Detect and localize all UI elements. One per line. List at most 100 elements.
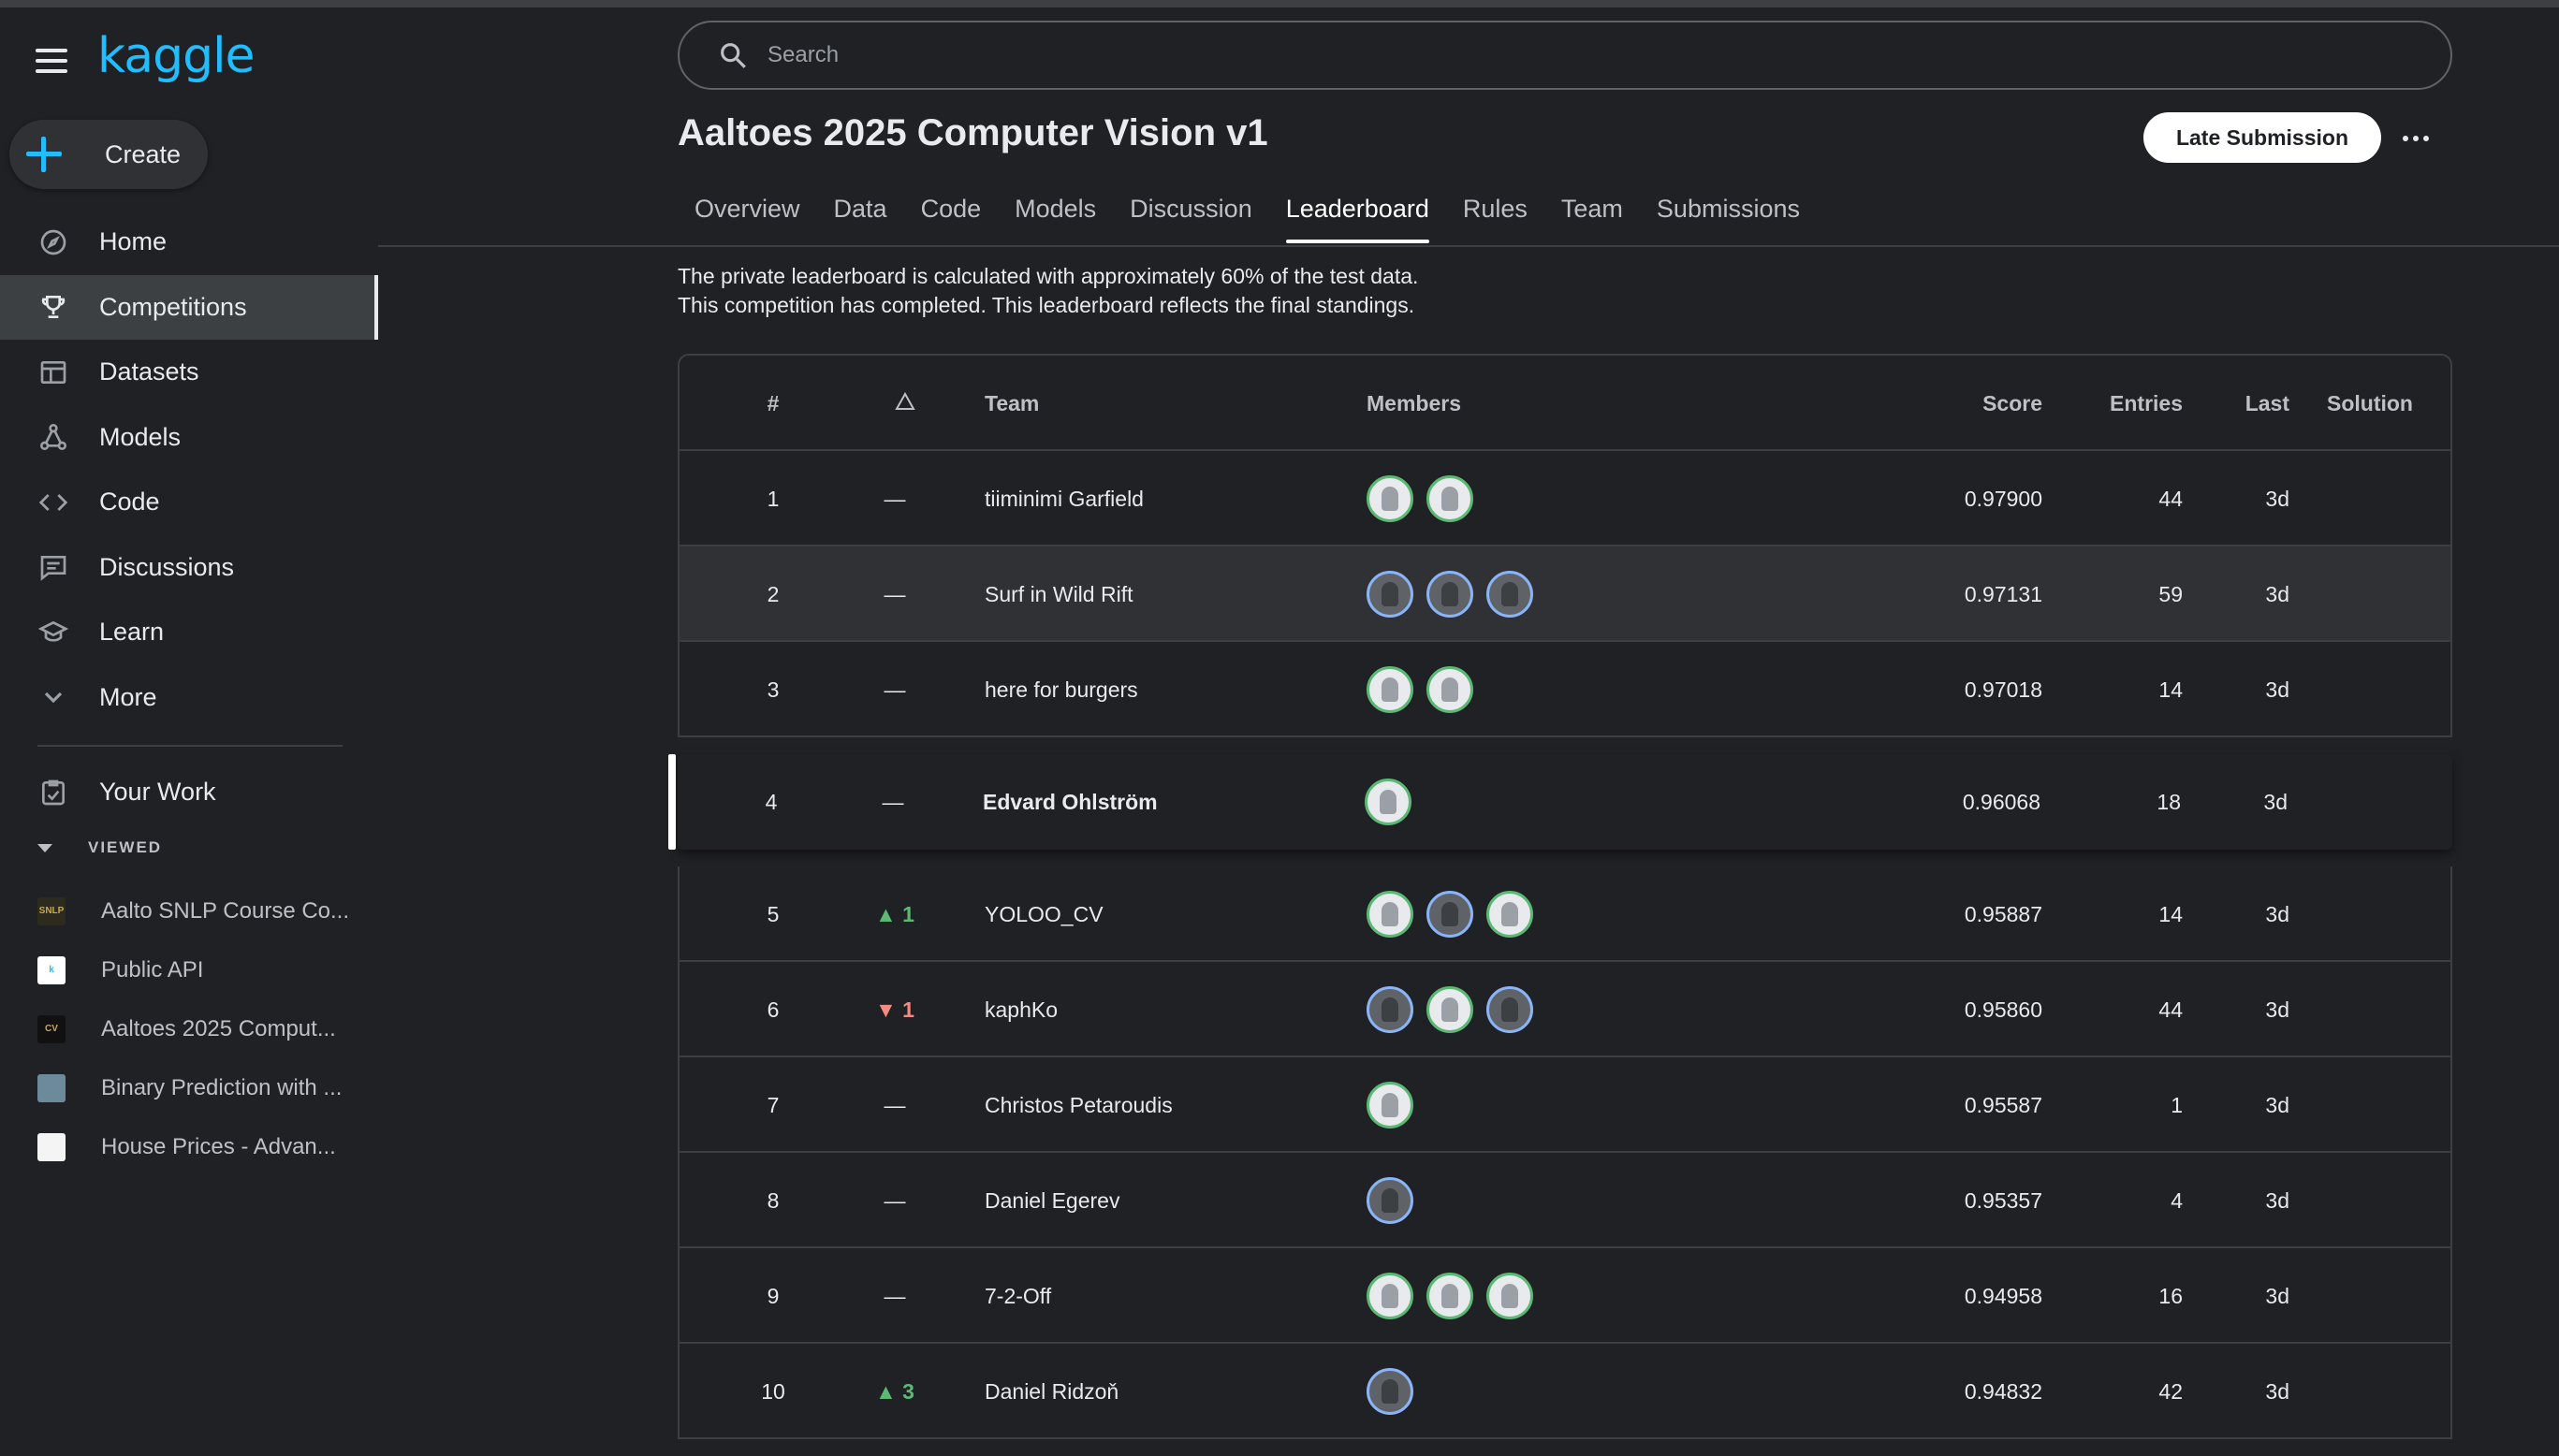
team-name[interactable]: here for burgers	[985, 677, 1138, 703]
tab-data[interactable]: Data	[817, 183, 904, 247]
kaggle-logo[interactable]: kaggle	[97, 28, 256, 84]
table-row[interactable]: 2 — Surf in Wild Rift 0.97131 59 3d	[678, 546, 2452, 642]
header-last[interactable]: Last	[2205, 391, 2289, 416]
sidebar-item-discussions[interactable]: Discussions	[0, 535, 378, 601]
team-name[interactable]: YOLOO_CV	[985, 902, 1104, 927]
recent-thumbnail	[37, 1073, 66, 1102]
team-name[interactable]: 7-2-Off	[985, 1284, 1051, 1309]
header-rank[interactable]: #	[736, 391, 811, 416]
table-row[interactable]: 9 — 7-2-Off 0.94958 16 3d	[678, 1248, 2452, 1344]
last-submission-cell: 3d	[2263, 790, 2288, 814]
table-header: # Team Members Score Entries Last Soluti…	[678, 354, 2452, 451]
viewed-toggle[interactable]: VIEWED	[37, 838, 162, 857]
members-cell	[1367, 1368, 1413, 1415]
avatar[interactable]	[1426, 475, 1473, 522]
recent-item[interactable]: k Public API	[0, 940, 378, 999]
avatar[interactable]	[1367, 666, 1413, 713]
sidebar-item-your-work[interactable]: Your Work	[0, 760, 378, 825]
avatar[interactable]	[1367, 1082, 1413, 1128]
avatar[interactable]	[1367, 986, 1413, 1033]
members-cell	[1367, 1082, 1413, 1128]
recent-item[interactable]: House Prices - Advan...	[0, 1117, 378, 1176]
more-options-icon[interactable]	[2396, 120, 2435, 157]
team-name[interactable]: Christos Petaroudis	[985, 1093, 1173, 1118]
sidebar-item-learn[interactable]: Learn	[0, 600, 378, 665]
avatar[interactable]	[1486, 1273, 1533, 1319]
avatar[interactable]	[1426, 986, 1473, 1033]
menu-icon[interactable]	[36, 49, 67, 73]
leaderboard-notes: The private leaderboard is calculated wi…	[678, 262, 1418, 320]
avatar[interactable]	[1486, 986, 1533, 1033]
header-entries[interactable]: Entries	[2065, 391, 2183, 416]
avatar[interactable]	[1367, 475, 1413, 522]
tab-team[interactable]: Team	[1544, 183, 1640, 247]
tab-overview[interactable]: Overview	[678, 183, 817, 247]
avatar[interactable]	[1486, 571, 1533, 618]
rank-cell: 5	[767, 902, 780, 926]
search-input[interactable]	[768, 42, 2359, 68]
team-name[interactable]: kaphKo	[985, 997, 1058, 1023]
table-row[interactable]: 4 — Edvard Ohlström 0.96068 18 3d	[668, 754, 2452, 850]
models-icon	[37, 421, 69, 453]
header-team[interactable]: Team	[985, 391, 1039, 416]
avatar[interactable]	[1367, 1177, 1413, 1224]
table-row[interactable]: 5 ▲ 1 YOLOO_CV 0.95887 14 3d	[678, 866, 2452, 962]
sidebar-item-competitions[interactable]: Competitions	[0, 274, 378, 340]
tab-submissions[interactable]: Submissions	[1640, 183, 1817, 247]
table-row[interactable]: 8 — Daniel Egerev 0.95357 4 3d	[678, 1153, 2452, 1248]
table-row[interactable]: 10 ▲ 3 Daniel Ridzoň 0.94832 42 3d	[678, 1344, 2452, 1439]
sidebar-item-home[interactable]: Home	[0, 210, 378, 275]
table-row[interactable]: 1 — tiiminimi Garfield 0.97900 44 3d	[678, 451, 2452, 546]
sidebar-nav: Home Competitions Datasets Models Code Discus…	[0, 210, 378, 730]
members-cell	[1367, 571, 1533, 618]
avatar[interactable]	[1367, 1273, 1413, 1319]
table-row[interactable]: 7 — Christos Petaroudis 0.95587 1 3d	[678, 1057, 2452, 1153]
last-submission-cell: 3d	[2265, 1379, 2289, 1404]
search-bar[interactable]	[678, 21, 2452, 90]
sidebar-item-code[interactable]: Code	[0, 470, 378, 535]
team-name[interactable]: tiiminimi Garfield	[985, 487, 1144, 512]
score-cell: 0.97018	[1964, 677, 2042, 702]
entries-cell: 1	[2171, 1093, 2183, 1117]
team-name[interactable]: Edvard Ohlström	[983, 790, 1158, 815]
sidebar-item-label: Competitions	[99, 292, 247, 321]
score-cell: 0.95860	[1964, 997, 2042, 1022]
sidebar-item-models[interactable]: Models	[0, 405, 378, 471]
last-submission-cell: 3d	[2265, 1284, 2289, 1308]
avatar[interactable]	[1365, 779, 1411, 825]
avatar[interactable]	[1426, 891, 1473, 938]
rank-change-cell: —	[884, 1284, 906, 1308]
table-row[interactable]: 6 ▼ 1 kaphKo 0.95860 44 3d	[678, 962, 2452, 1057]
your-work-label: Your Work	[99, 778, 216, 807]
tab-code[interactable]: Code	[904, 183, 999, 247]
sidebar-divider	[37, 745, 343, 747]
tab-rules[interactable]: Rules	[1446, 183, 1544, 247]
late-submission-button[interactable]: Late Submission	[2143, 112, 2381, 163]
avatar[interactable]	[1486, 891, 1533, 938]
header-score[interactable]: Score	[1896, 391, 2042, 416]
tab-models[interactable]: Models	[998, 183, 1113, 247]
recent-item-label: Public API	[101, 956, 204, 983]
avatar[interactable]	[1367, 571, 1413, 618]
rank-change-cell: ▼ 1	[875, 997, 914, 1022]
recent-item[interactable]: SNLP Aalto SNLP Course Co...	[0, 881, 378, 940]
tab-discussion[interactable]: Discussion	[1113, 183, 1269, 247]
avatar[interactable]	[1367, 891, 1413, 938]
avatar[interactable]	[1426, 666, 1473, 713]
team-name[interactable]: Daniel Egerev	[985, 1188, 1119, 1214]
sidebar-item-more[interactable]: More	[0, 665, 378, 731]
recent-item[interactable]: Binary Prediction with ...	[0, 1058, 378, 1117]
team-name[interactable]: Surf in Wild Rift	[985, 582, 1133, 607]
tab-leaderboard[interactable]: Leaderboard	[1269, 183, 1446, 247]
rank-change-cell: —	[884, 677, 906, 702]
avatar[interactable]	[1367, 1368, 1413, 1415]
create-button[interactable]: Create	[9, 120, 208, 189]
avatar[interactable]	[1426, 571, 1473, 618]
members-cell	[1367, 1273, 1533, 1319]
team-name[interactable]: Daniel Ridzoň	[985, 1379, 1119, 1405]
avatar[interactable]	[1426, 1273, 1473, 1319]
table-row[interactable]: 3 — here for burgers 0.97018 14 3d	[678, 642, 2452, 737]
sidebar-item-label: Learn	[99, 618, 165, 647]
sidebar-item-datasets[interactable]: Datasets	[0, 340, 378, 405]
recent-item[interactable]: CV Aaltoes 2025 Comput...	[0, 999, 378, 1058]
